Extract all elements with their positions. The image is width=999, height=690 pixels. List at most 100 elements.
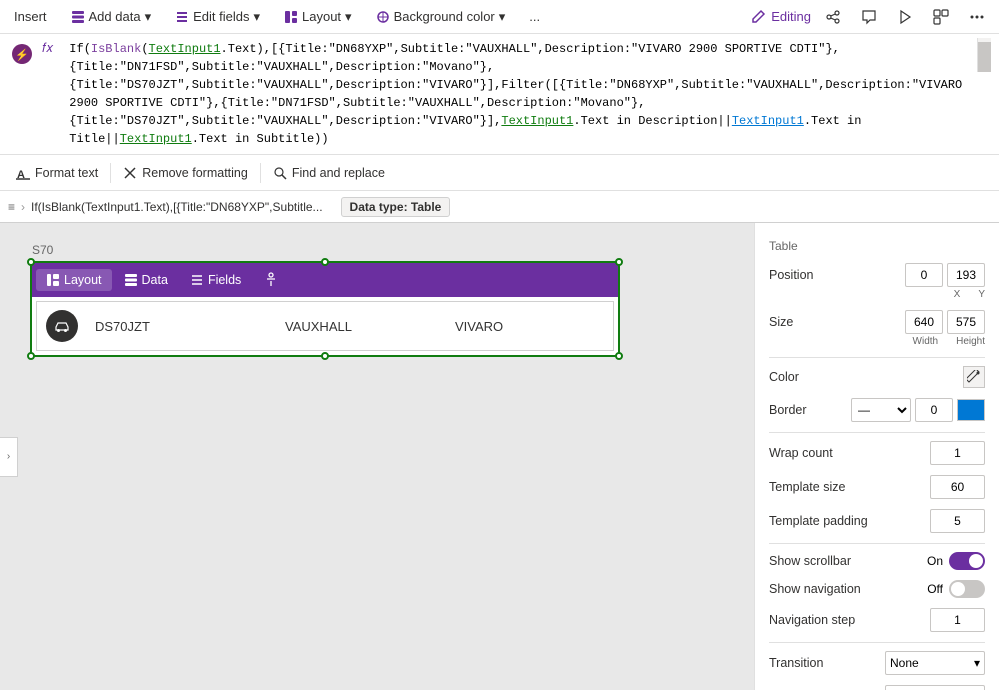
transition-dropdown[interactable]: None ▾ <box>885 651 985 675</box>
size-height-input[interactable] <box>947 310 985 334</box>
screens-icon-btn[interactable] <box>927 5 955 29</box>
share-icon-btn[interactable] <box>819 5 847 29</box>
comment-icon-btn[interactable] <box>855 5 883 29</box>
handle-top-center[interactable] <box>321 258 329 266</box>
main-area: › S70 Layout <box>0 223 999 690</box>
position-y-input[interactable] <box>947 263 985 287</box>
formula-text: If(IsBlank(TextInput1.Text),[{Title:"DN6… <box>69 42 962 146</box>
formula-content[interactable]: If(IsBlank(TextInput1.Text),[{Title:"DN6… <box>65 38 977 150</box>
wrap-count-input[interactable] <box>930 441 985 465</box>
position-x-input[interactable] <box>905 263 943 287</box>
find-replace-label: Find and replace <box>292 166 385 180</box>
bg-color-chevron: ▾ <box>499 9 506 25</box>
car-icon <box>53 317 71 335</box>
gallery-row[interactable]: DS70JZT VAUXHALL VIVARO <box>36 301 614 351</box>
left-panel-toggle[interactable]: › <box>0 437 18 477</box>
screens-icon <box>933 9 949 25</box>
template-padding-input[interactable] <box>930 509 985 533</box>
insert-label: Insert <box>14 9 47 24</box>
find-replace-btn[interactable]: Find and replace <box>265 162 393 184</box>
border-row: Border — - - ··· <box>769 398 985 422</box>
gallery-container[interactable]: Layout Data Fields <box>30 261 620 357</box>
remove-formatting-label: Remove formatting <box>142 166 248 180</box>
fields-tab-icon <box>190 273 204 287</box>
powerapps-logo: ⚡ <box>8 40 36 68</box>
wrap-count-label: Wrap count <box>769 446 833 460</box>
edit-fields-menu[interactable]: Edit fields ▾ <box>169 5 266 29</box>
border-color-swatch[interactable] <box>957 399 985 421</box>
handle-top-right[interactable] <box>615 258 623 266</box>
more-menu[interactable]: ... <box>523 5 546 28</box>
navigation-step-input[interactable] <box>930 608 985 632</box>
handle-bottom-right[interactable] <box>615 352 623 360</box>
template-size-row: Template size <box>769 475 985 499</box>
format-text-label: Format text <box>35 166 98 180</box>
data-tab-icon <box>124 273 138 287</box>
handle-top-left[interactable] <box>27 258 35 266</box>
layout-menu[interactable]: Layout ▾ <box>278 5 358 29</box>
format-text-btn[interactable]: A Format text <box>8 162 106 184</box>
wrap-count-row: Wrap count <box>769 441 985 465</box>
formula-scrollbar[interactable] <box>977 38 991 72</box>
height-label: Height <box>956 336 985 347</box>
tab-data[interactable]: Data <box>114 269 178 291</box>
edit-fields-icon <box>175 10 189 24</box>
add-data-label: Add data <box>89 9 141 24</box>
more-options-icon <box>969 9 985 25</box>
template-padding-label: Template padding <box>769 514 868 528</box>
gallery-content: DS70JZT VAUXHALL VIVARO <box>32 297 618 355</box>
canvas-area[interactable]: › S70 Layout <box>0 223 754 690</box>
bg-color-menu[interactable]: Background color ▾ <box>370 5 512 29</box>
size-row: Size <box>769 310 985 334</box>
tab-layout-label: Layout <box>64 273 102 287</box>
formula-scrollbar-thumb <box>978 42 991 72</box>
border-style-select[interactable]: — - - ··· <box>851 398 911 422</box>
handle-bottom-center[interactable] <box>321 352 329 360</box>
handle-bottom-left[interactable] <box>27 352 35 360</box>
data-type-label: Data type: <box>350 200 408 214</box>
show-navigation-label: Show navigation <box>769 582 861 596</box>
navigation-step-label: Navigation step <box>769 613 855 627</box>
gallery-row-title: DS70JZT <box>87 319 277 334</box>
position-row: Position <box>769 263 985 287</box>
left-panel: › S70 Layout <box>0 223 754 690</box>
navigation-toggle[interactable] <box>949 580 985 598</box>
divider4 <box>769 642 985 643</box>
panel-section-label: Table <box>769 239 985 253</box>
remove-formatting-btn[interactable]: Remove formatting <box>115 162 256 184</box>
play-icon <box>897 9 913 25</box>
show-scrollbar-value: On <box>927 552 985 570</box>
gallery-wrapper: S70 Layout Data <box>30 243 620 357</box>
tab-layout[interactable]: Layout <box>36 269 112 291</box>
tab-fields[interactable]: Fields <box>180 269 251 291</box>
gallery-row-icon <box>37 304 87 348</box>
divider2 <box>769 432 985 433</box>
bc-chevron: › <box>21 200 25 214</box>
data-type-badge: Data type: Table <box>341 197 451 217</box>
display-mode-dropdown[interactable]: Edit ▾ <box>885 685 985 690</box>
add-data-menu[interactable]: Add data ▾ <box>65 5 158 29</box>
top-toolbar: Insert Add data ▾ Edit fields ▾ Layout ▾… <box>0 0 999 34</box>
size-width-input[interactable] <box>905 310 943 334</box>
more-options-btn[interactable] <box>963 5 991 29</box>
breadcrumb-bar: ≡ › If(IsBlank(TextInput1.Text),[{Title:… <box>0 191 999 223</box>
template-size-input[interactable] <box>930 475 985 499</box>
gallery-label: S70 <box>30 243 620 257</box>
add-data-icon <box>71 10 85 24</box>
find-replace-icon <box>273 166 287 180</box>
x-label: X <box>954 289 961 300</box>
play-icon-btn[interactable] <box>891 5 919 29</box>
gallery-row-desc: VIVARO <box>447 319 613 334</box>
layout-chevron: ▾ <box>345 9 352 25</box>
accessibility-tab-icon <box>263 272 279 288</box>
insert-menu[interactable]: Insert <box>8 5 53 28</box>
y-label: Y <box>978 289 985 300</box>
editing-badge: Editing <box>750 9 811 25</box>
remove-formatting-icon <box>123 166 137 180</box>
expand-icon[interactable]: ≡ <box>8 200 15 214</box>
color-picker-btn[interactable] <box>963 366 985 388</box>
border-width-input[interactable] <box>915 398 953 422</box>
tab-accessibility[interactable] <box>253 268 289 292</box>
tab-data-label: Data <box>142 273 168 287</box>
scrollbar-toggle[interactable] <box>949 552 985 570</box>
